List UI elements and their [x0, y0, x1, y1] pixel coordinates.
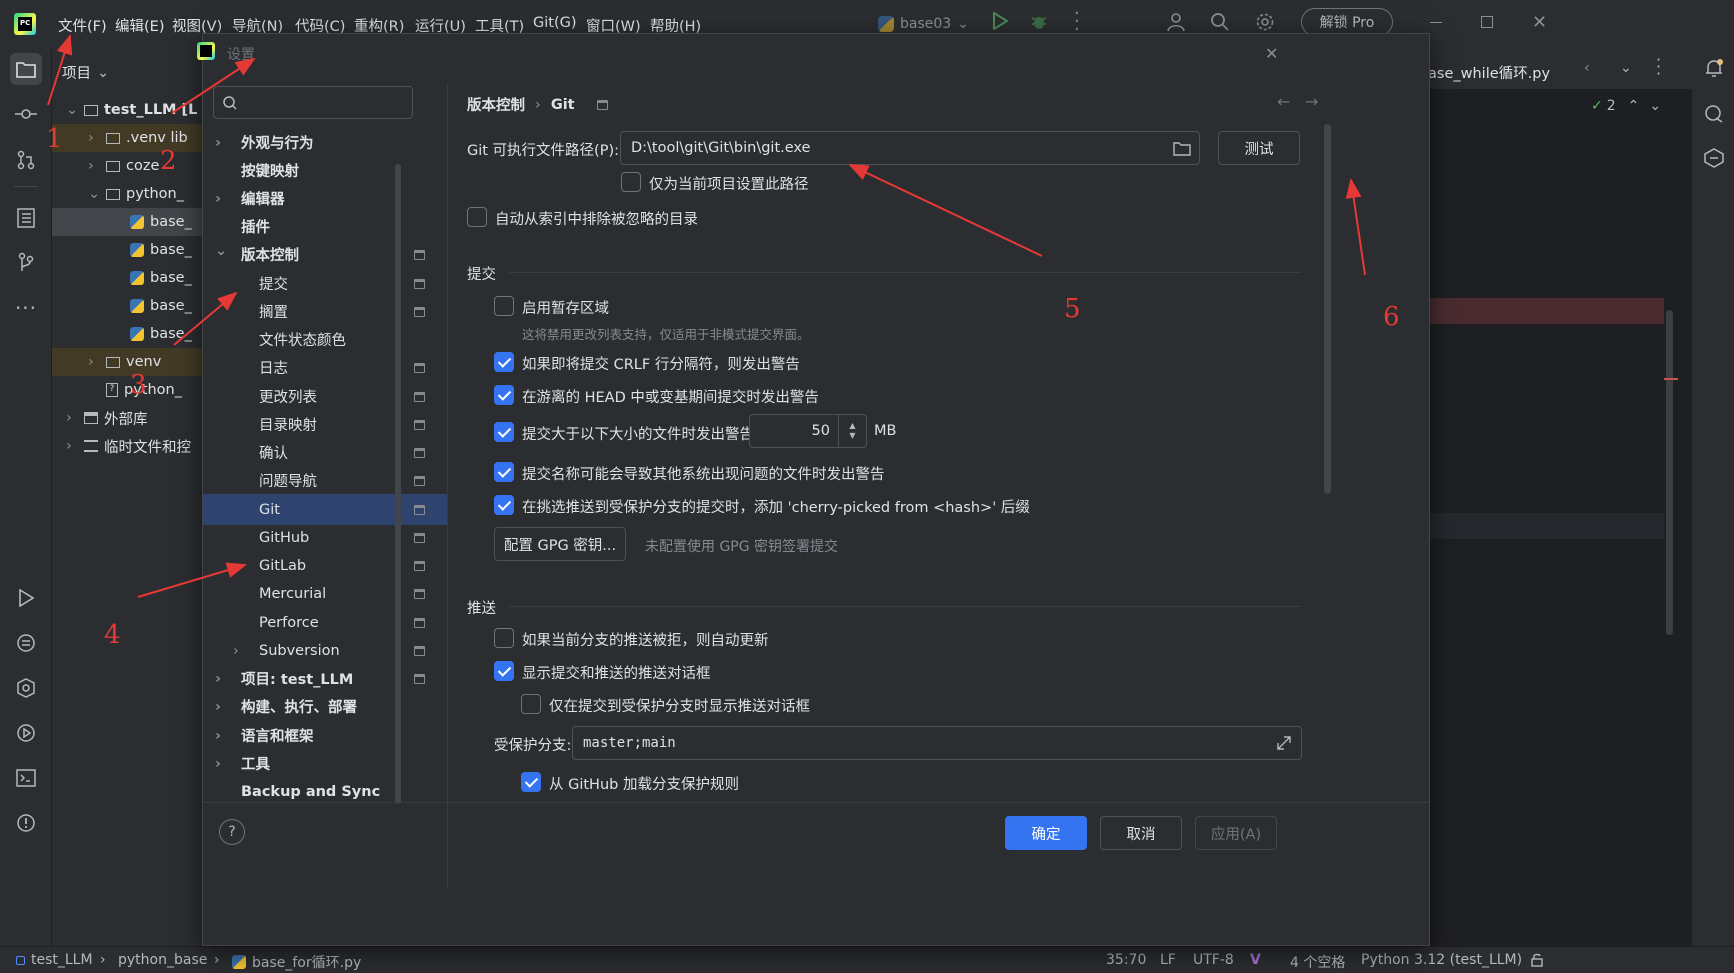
annotation-number-2: 2 — [160, 146, 177, 176]
annotation-arrow-4 — [137, 562, 247, 598]
annotation-number-3: 3 — [130, 370, 147, 400]
annotation-arrow-1 — [47, 34, 73, 106]
annotation-number-4: 4 — [104, 620, 121, 650]
annotation-arrow-5 — [848, 164, 1043, 257]
annotation-number-6: 6 — [1383, 302, 1400, 332]
annotation-arrow-6 — [1345, 178, 1366, 276]
annotation-number-5: 5 — [1064, 294, 1081, 324]
annotation-arrow-3 — [173, 291, 238, 346]
annotation-arrows — [47, 34, 1366, 598]
annotation-arrow-2 — [171, 57, 256, 114]
annotation-number-1: 1 — [46, 124, 63, 154]
